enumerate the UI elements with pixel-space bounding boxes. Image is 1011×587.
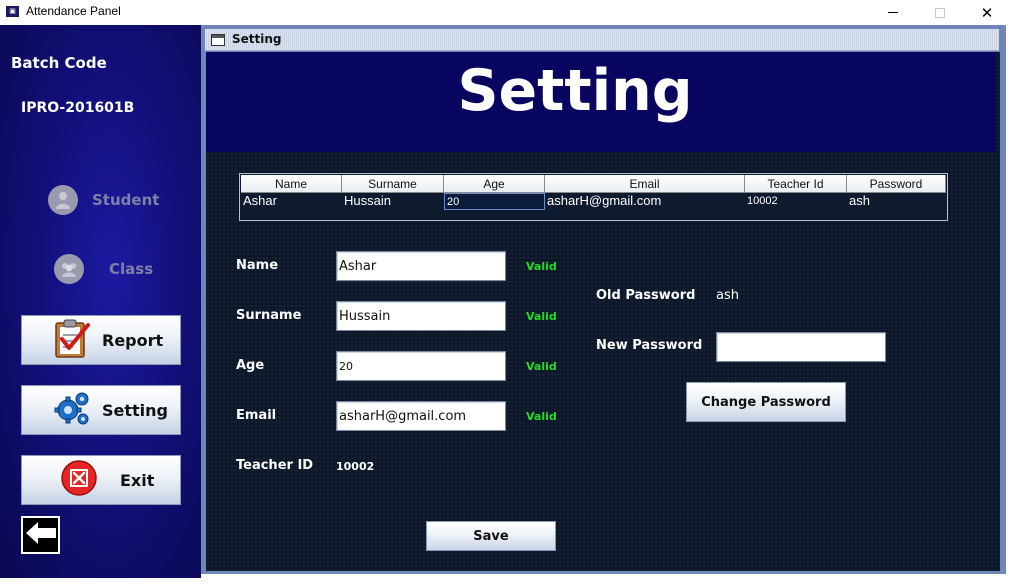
- setting-internal-frame: Setting Setting Name Surname Age Email T…: [201, 25, 1006, 574]
- batch-code-label: Batch Code: [11, 54, 107, 72]
- exit-x-icon: [60, 459, 98, 501]
- report-button[interactable]: Report: [21, 315, 181, 365]
- frame-titlebar[interactable]: Setting: [205, 29, 999, 51]
- sidebar-item-label: Class: [109, 260, 154, 278]
- page-header: Setting: [206, 52, 996, 152]
- teacher-table[interactable]: Name Surname Age Email Teacher Id Passwo…: [239, 173, 948, 221]
- column-header-name[interactable]: Name: [241, 175, 342, 193]
- name-label: Name: [236, 258, 279, 273]
- sidebar: Batch Code IPRO-201601B Student Class Re…: [0, 25, 201, 578]
- report-button-label: Report: [102, 330, 164, 350]
- old-password-label: Old Password: [596, 288, 696, 303]
- table-cell[interactable]: Hussain: [342, 193, 444, 210]
- table-header: Name Surname Age Email Teacher Id Passwo…: [241, 175, 946, 193]
- table-cell[interactable]: ash: [847, 193, 946, 210]
- table-cell-selected[interactable]: 20: [444, 193, 545, 210]
- student-icon: [48, 185, 78, 215]
- sidebar-item-student[interactable]: Student: [48, 185, 159, 215]
- age-label: Age: [236, 358, 265, 373]
- new-password-field[interactable]: [716, 332, 886, 362]
- maximize-button[interactable]: [917, 0, 963, 25]
- old-password-value: ash: [716, 288, 739, 303]
- minimize-icon: [888, 12, 898, 13]
- maximize-icon: [935, 7, 945, 18]
- window-title: Attendance Panel: [26, 4, 121, 18]
- close-button[interactable]: ✕: [964, 0, 1010, 25]
- column-header-teacher-id[interactable]: Teacher Id: [745, 175, 847, 193]
- age-field[interactable]: [336, 351, 506, 381]
- surname-field[interactable]: [336, 301, 506, 331]
- gears-icon: [52, 388, 92, 432]
- surname-label: Surname: [236, 308, 302, 323]
- age-valid-status: Valid: [526, 360, 557, 373]
- page-title: Setting: [457, 58, 693, 124]
- arrow-left-icon: [25, 521, 57, 549]
- table-cell[interactable]: Ashar: [241, 193, 342, 210]
- app-icon: ▣: [6, 6, 19, 17]
- teacher-id-value: 10002: [336, 460, 375, 473]
- frame-body: Setting Name Surname Age Email Teacher I…: [206, 52, 1000, 571]
- column-header-email[interactable]: Email: [545, 175, 745, 193]
- column-header-password[interactable]: Password: [847, 175, 946, 193]
- setting-button-label: Setting: [102, 400, 168, 420]
- minimize-button[interactable]: [870, 0, 916, 25]
- close-icon: ✕: [980, 3, 994, 22]
- teacher-id-label: Teacher ID: [236, 458, 314, 473]
- batch-code-value: IPRO-201601B: [21, 100, 135, 116]
- frame-window-icon: [211, 34, 225, 46]
- setting-button[interactable]: Setting: [21, 385, 181, 435]
- class-icon: [54, 254, 84, 284]
- sidebar-item-class[interactable]: Class: [54, 254, 153, 284]
- new-password-label: New Password: [596, 338, 703, 353]
- surname-valid-status: Valid: [526, 310, 557, 323]
- exit-button-label: Exit: [120, 470, 155, 490]
- table-cell[interactable]: 10002: [745, 193, 847, 210]
- exit-button[interactable]: Exit: [21, 455, 181, 505]
- sidebar-item-label: Student: [92, 191, 160, 209]
- table-row[interactable]: Ashar Hussain 20 asharH@gmail.com 10002 …: [241, 193, 946, 210]
- name-field[interactable]: [336, 251, 506, 281]
- email-field[interactable]: [336, 401, 506, 431]
- change-password-button[interactable]: Change Password: [686, 382, 846, 422]
- column-header-surname[interactable]: Surname: [342, 175, 444, 193]
- column-header-age[interactable]: Age: [444, 175, 545, 193]
- save-button[interactable]: Save: [426, 521, 556, 551]
- back-button[interactable]: [21, 516, 60, 554]
- window-titlebar: ▣ Attendance Panel ✕: [0, 0, 1011, 25]
- clipboard-check-icon: [52, 317, 92, 363]
- email-valid-status: Valid: [526, 410, 557, 423]
- name-valid-status: Valid: [526, 260, 557, 273]
- email-label: Email: [236, 408, 277, 423]
- table-cell[interactable]: asharH@gmail.com: [545, 193, 745, 210]
- frame-title: Setting: [232, 32, 282, 46]
